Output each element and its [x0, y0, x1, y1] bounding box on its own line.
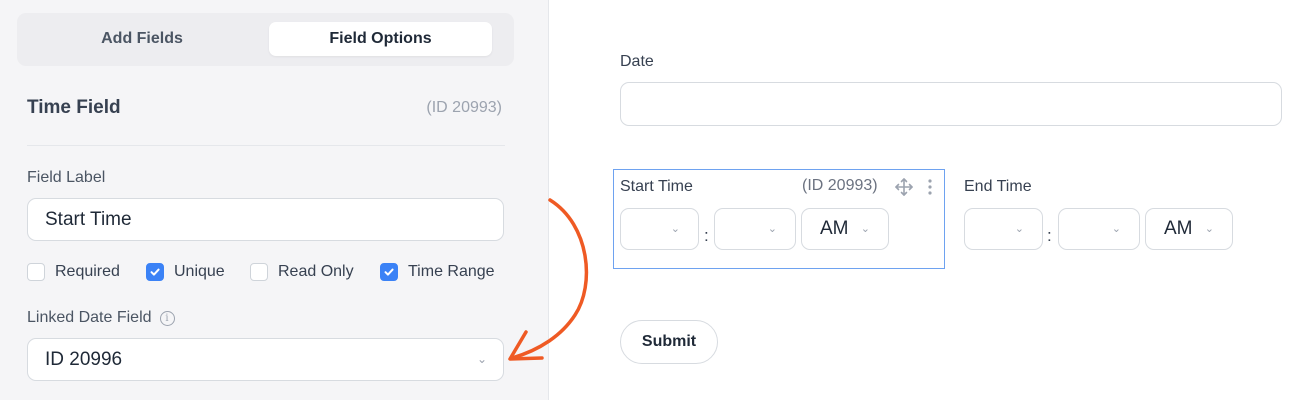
time-range-checkbox[interactable] — [380, 263, 398, 281]
check-icon — [384, 268, 394, 276]
info-icon[interactable]: i — [159, 310, 175, 326]
read-only-option[interactable]: Read Only — [250, 261, 354, 283]
end-ampm-value: AM — [1164, 218, 1193, 239]
end-ampm-select[interactable]: AM ⌄ — [1145, 208, 1233, 250]
start-ampm-select[interactable]: AM ⌄ — [801, 208, 889, 250]
date-field-label: Date — [620, 53, 654, 70]
end-minute-select[interactable]: ⌄ — [1058, 208, 1140, 250]
read-only-checkbox[interactable] — [250, 263, 268, 281]
required-option[interactable]: Required — [27, 261, 120, 283]
field-type-title: Time Field — [27, 97, 121, 118]
start-ampm-value: AM — [820, 218, 849, 239]
time-colon: : — [1047, 226, 1052, 245]
linked-date-select[interactable]: ID 20996 ⌄ — [27, 338, 504, 381]
end-hour-select[interactable]: ⌄ — [964, 208, 1043, 250]
time-range-option[interactable]: Time Range — [380, 261, 495, 283]
chevron-down-icon: ⌄ — [767, 223, 777, 235]
unique-checkbox[interactable] — [146, 263, 164, 281]
submit-button[interactable]: Submit — [620, 320, 718, 364]
annotation-arrow-icon — [508, 198, 589, 361]
field-options-panel: Add Fields Field Options Time Field (ID … — [0, 0, 549, 400]
move-icon[interactable] — [894, 177, 914, 197]
more-options-icon[interactable] — [926, 177, 934, 197]
unique-label: Unique — [174, 263, 225, 280]
field-label-title: Field Label — [27, 169, 106, 186]
start-time-label: Start Time — [620, 178, 693, 195]
linked-date-title-text: Linked Date Field — [27, 309, 152, 326]
read-only-label: Read Only — [278, 263, 354, 280]
start-hour-select[interactable]: ⌄ — [620, 208, 699, 250]
chevron-down-icon: ⌄ — [1204, 223, 1214, 235]
field-id-label: (ID 20993) — [426, 99, 502, 116]
required-checkbox[interactable] — [27, 263, 45, 281]
end-time-label: End Time — [964, 178, 1032, 195]
required-label: Required — [55, 263, 120, 280]
linked-date-value: ID 20996 — [45, 349, 123, 370]
chevron-down-icon: ⌄ — [476, 352, 487, 366]
tab-add-fields[interactable]: Add Fields — [27, 22, 257, 56]
check-icon — [150, 268, 160, 276]
time-colon: : — [704, 226, 709, 245]
unique-option[interactable]: Unique — [146, 261, 225, 283]
start-minute-select[interactable]: ⌄ — [714, 208, 796, 250]
chevron-down-icon: ⌄ — [1014, 223, 1024, 235]
panel-tabs: Add Fields Field Options — [17, 13, 514, 66]
time-range-label: Time Range — [408, 263, 495, 280]
start-time-id: (ID 20993) — [802, 177, 878, 194]
chevron-down-icon: ⌄ — [860, 223, 870, 235]
date-input[interactable] — [620, 82, 1282, 126]
tab-field-options[interactable]: Field Options — [269, 22, 492, 56]
field-label-input[interactable]: Start Time — [27, 198, 504, 241]
divider — [27, 145, 505, 146]
linked-date-title: Linked Date Field i — [27, 309, 175, 327]
chevron-down-icon: ⌄ — [1111, 223, 1121, 235]
chevron-down-icon: ⌄ — [670, 223, 680, 235]
